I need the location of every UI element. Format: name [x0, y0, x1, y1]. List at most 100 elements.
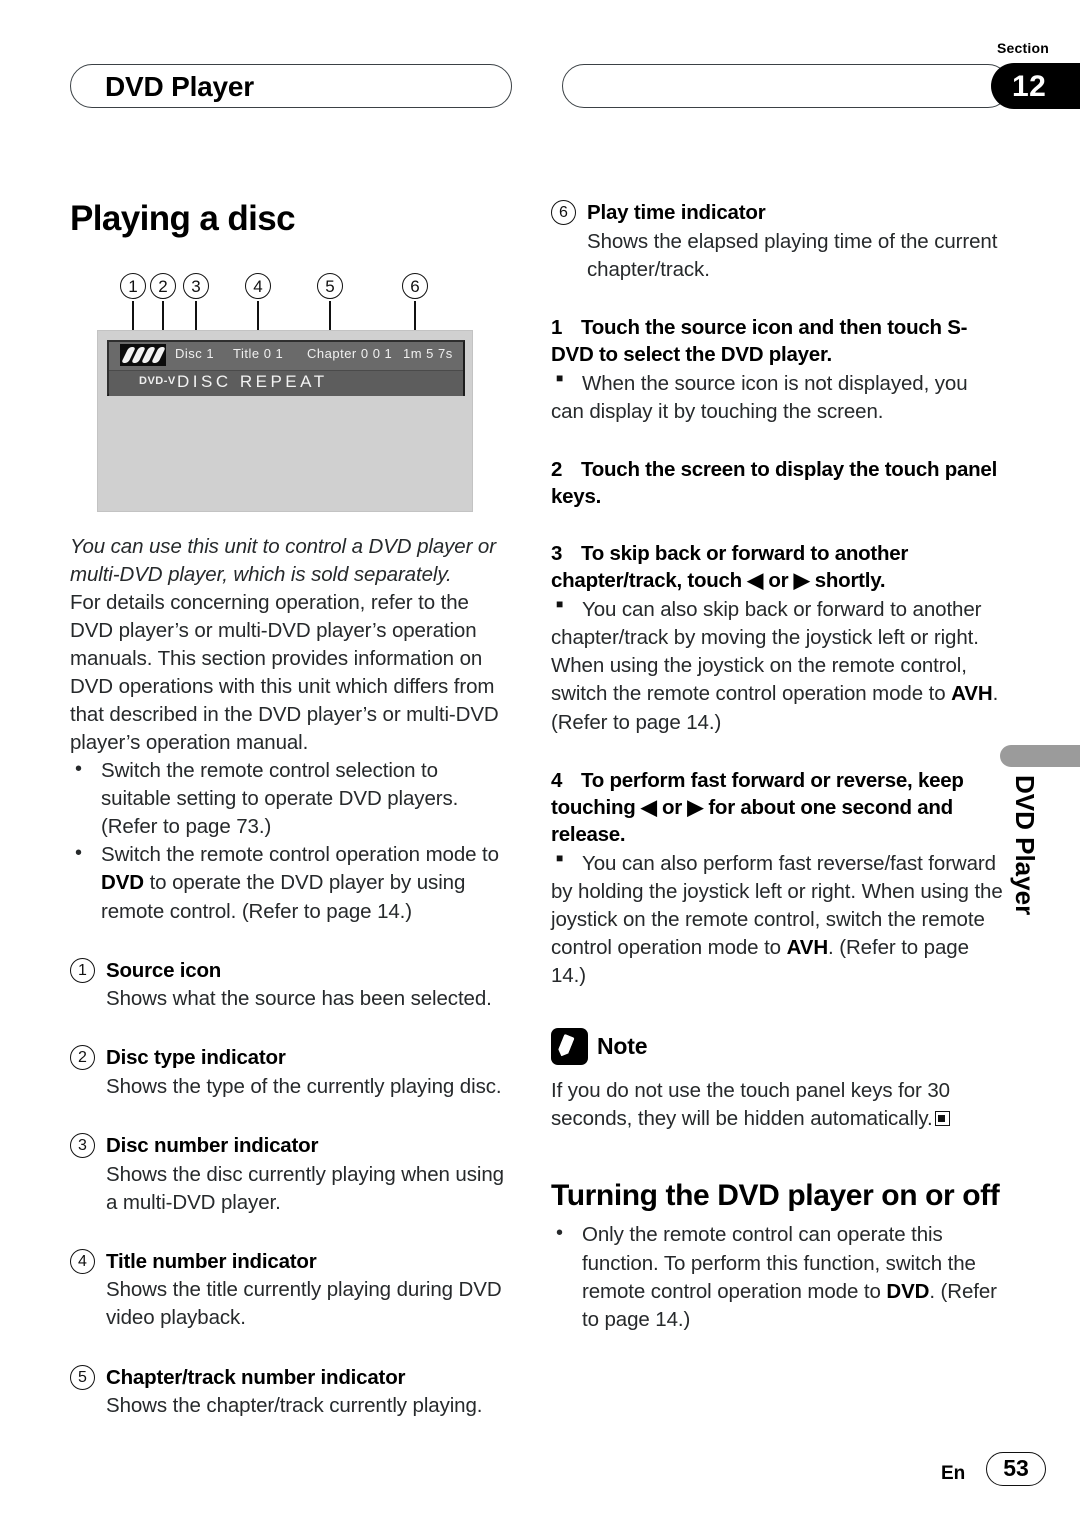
- callout-4: 4: [245, 272, 271, 299]
- legend-number: 2: [70, 1045, 95, 1071]
- section-number: 12: [1012, 70, 1047, 103]
- bullet2-bold: DVD: [101, 871, 144, 895]
- intro-body-paragraph: For details concerning operation, refer …: [70, 590, 499, 755]
- legend-description: Shows what the source has been selected.: [106, 987, 492, 1011]
- step-body: To perform fast forward or reverse, keep…: [551, 768, 964, 846]
- step-body: Touch the screen to display the touch pa…: [551, 458, 998, 509]
- step-note-continuation: can display it by touching the screen.: [551, 399, 884, 423]
- list-item: Switch the remote control operation mode…: [70, 840, 510, 925]
- step-note-lead: You can also skip back or forward to ano…: [582, 598, 982, 622]
- pencil-icon: [551, 1028, 588, 1066]
- step-text: 3 To skip back or forward to another chap…: [551, 540, 1006, 594]
- step-number: 2: [551, 458, 563, 482]
- play-time-indicator: 1m 5 7s: [403, 345, 453, 361]
- chapter-number-indicator: Chapter 0 0 1: [307, 345, 393, 361]
- step-text: 4 To perform fast forward or reverse, kee…: [551, 767, 1006, 848]
- legend-label: Play time indicator: [587, 201, 766, 224]
- step-note-lead: When the source icon is not displayed, y…: [582, 371, 968, 395]
- step-3: 3 To skip back or forward to another chap…: [551, 540, 1006, 736]
- legend-description: Shows the title currently playing during…: [106, 1278, 502, 1330]
- legend-number: 1: [70, 957, 95, 983]
- note-bold-avh: AVH: [786, 935, 829, 959]
- step-note: You can also perform fast reverse/fast f…: [551, 850, 1006, 878]
- legend-description: Shows the chapter/track currently playin…: [106, 1394, 483, 1418]
- note-block: Note If you do not use the touch panel k…: [551, 1028, 1006, 1133]
- section-word-label: Section: [997, 40, 1049, 56]
- legend-label: Disc number indicator: [106, 1134, 319, 1157]
- legend-item-3: 3 Disc number indicator: [70, 1133, 510, 1159]
- step-body: To skip back or forward to another chapt…: [551, 542, 909, 593]
- step-note: When the source icon is not displayed, y…: [551, 370, 1006, 398]
- step-number: 1: [551, 315, 563, 339]
- callout-5: 5: [317, 272, 343, 299]
- legend-label: Disc type indicator: [106, 1046, 286, 1070]
- lcd-top-row: Disc 1 Title 0 1 Chapter 0 0 1 1m 5 7s: [109, 342, 463, 370]
- left-column: Playing a disc 1 2 3 4 5 6 Disc 1 Title: [70, 199, 510, 1420]
- header-blank-pill: [562, 64, 1010, 108]
- footer-language: En: [941, 1463, 966, 1484]
- bullet2-post: to operate the DVD player by using remot…: [101, 871, 466, 923]
- intro-italic-paragraph: You can use this unit to control a DVD p…: [70, 534, 496, 586]
- step-body: Touch the source icon and then touch S-D…: [551, 315, 968, 366]
- note-title: Note: [597, 1033, 648, 1060]
- step-note-continuation: chapter/track by moving the joystick lef…: [551, 624, 1006, 736]
- legend-label: Source icon: [106, 958, 222, 982]
- page-title: DVD Player: [105, 71, 254, 102]
- list-item: Switch the remote control selection to s…: [70, 756, 510, 841]
- sub-bullet-bold: DVD: [886, 1279, 930, 1303]
- legend-item-5: 5 Chapter/track number indicator: [70, 1364, 510, 1391]
- note-bold-avh: AVH: [951, 682, 993, 706]
- right-column: 6 Play time indicator Shows the elapsed …: [551, 200, 1006, 1334]
- display-figure: 1 2 3 4 5 6 Disc 1 Title 0 1 Chapter 0 0…: [70, 272, 473, 533]
- step-note: You can also skip back or forward to ano…: [551, 596, 1006, 624]
- legend-item-1: 1 Source icon: [70, 957, 510, 984]
- legend-item-4: 4 Title number indicator: [70, 1248, 510, 1275]
- note-cont-text: chapter/track by moving the joystick lef…: [551, 626, 979, 706]
- callout-6: 6: [402, 272, 428, 299]
- step-number: 3: [551, 542, 563, 566]
- step-text: 1 Touch the source icon and then touch S-…: [551, 314, 1006, 368]
- legend-number: 6: [551, 200, 576, 225]
- callout-1: 1: [120, 272, 146, 299]
- lcd-info-bar: Disc 1 Title 0 1 Chapter 0 0 1 1m 5 7s D…: [107, 339, 465, 396]
- footer-page-number: 53: [986, 1452, 1046, 1486]
- step-2: 2 Touch the screen to display the touch p…: [551, 456, 1006, 510]
- step-1: 1 Touch the source icon and then touch S-…: [551, 314, 1006, 426]
- disc-number-indicator: Disc 1: [175, 345, 215, 361]
- step-number: 4: [551, 768, 563, 792]
- disc-stack-icon: [120, 343, 166, 366]
- lcd-display-panel: Disc 1 Title 0 1 Chapter 0 0 1 1m 5 7s D…: [97, 329, 473, 512]
- end-of-note-marker: [934, 1111, 950, 1127]
- legend-item-6: 6 Play time indicator: [551, 200, 1006, 226]
- legend-label: Title number indicator: [106, 1249, 317, 1273]
- note-header: Note: [551, 1028, 1006, 1066]
- section-heading-playing-a-disc: Playing a disc: [70, 199, 296, 238]
- title-number-indicator: Title 0 1: [233, 345, 284, 361]
- note-body: If you do not use the touch panel keys f…: [551, 1077, 1006, 1133]
- callout-3: 3: [183, 272, 209, 299]
- left-bullet-list: Switch the remote control selection to s…: [70, 756, 510, 925]
- step-4: 4 To perform fast forward or reverse, kee…: [551, 767, 1006, 991]
- right-bullet-list: Only the remote control can operate this…: [551, 1220, 1006, 1333]
- note-body-text: If you do not use the touch panel keys f…: [551, 1079, 950, 1131]
- repeat-mode-text: DISC REPEAT: [177, 371, 328, 391]
- legend-label: Chapter/track number indicator: [106, 1365, 406, 1389]
- legend-description: Shows the disc currently playing when us…: [106, 1162, 504, 1214]
- page-header: DVD Player: [70, 64, 1010, 110]
- legend-number: 3: [70, 1133, 95, 1158]
- legend-item-2: 2 Disc type indicator: [70, 1045, 510, 1071]
- side-tab-label: DVD Player: [1010, 775, 1040, 916]
- legend-number: 4: [70, 1248, 95, 1274]
- step-note-lead: You can also perform fast reverse/fast f…: [582, 851, 996, 875]
- legend-number: 5: [70, 1364, 95, 1390]
- list-item: Only the remote control can operate this…: [551, 1220, 1006, 1333]
- legend-description: Shows the type of the currently playing …: [106, 1074, 502, 1098]
- disc-type-indicator: DVD-V: [139, 374, 176, 387]
- step-note-continuation: by holding the joystick left or right. W…: [551, 878, 1006, 990]
- callout-2: 2: [150, 272, 176, 299]
- step-text: 2 Touch the screen to display the touch p…: [551, 456, 1006, 510]
- callout-number-row: 1 2 3 4 5 6: [70, 272, 472, 311]
- legend-description: Shows the elapsed playing time of the cu…: [587, 229, 998, 281]
- chapter-title-pill: DVD Player: [70, 64, 512, 108]
- side-tab-marker: [1000, 745, 1080, 767]
